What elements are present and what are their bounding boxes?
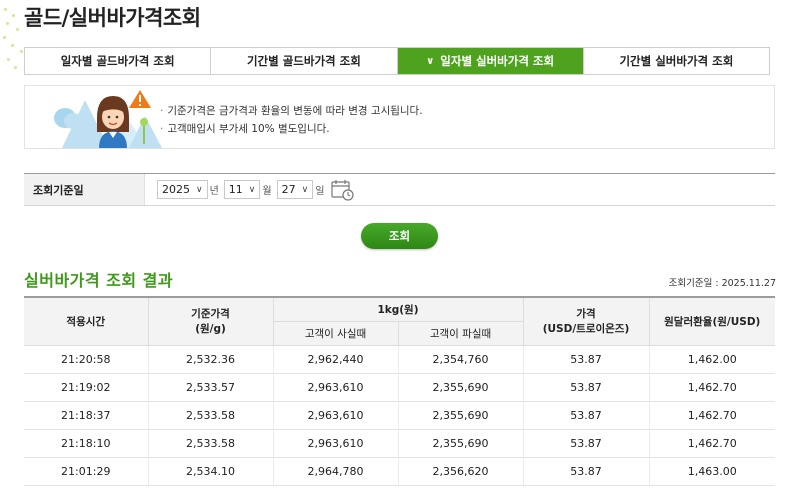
chevron-down-icon: ∨: [426, 55, 435, 67]
cell-fx: 1,462.70: [648, 429, 775, 458]
table-row: 21:20:58 2,532.36 2,962,440 2,354,760 53…: [24, 345, 775, 374]
tab-label: 일자별 실버바가격 조회: [440, 54, 555, 68]
month-select[interactable]: 11 ∨: [223, 180, 261, 199]
cell-sell: 2,355,690: [397, 429, 523, 458]
header-buy: 고객이 사실때: [273, 320, 399, 346]
search-form: 조회기준일 2025 ∨ 년 11 ∨ 월 27 ∨ 일: [24, 173, 775, 206]
chevron-down-icon: ∨: [301, 184, 309, 195]
tab-label: 기간별 실버바가격 조회: [619, 54, 734, 68]
cell-time: 21:18:37: [24, 401, 148, 430]
search-date-label: 조회기준일: [24, 174, 145, 205]
result-title: 실버바가격 조회 결과: [24, 271, 174, 290]
table-row: 21:18:37 2,533.58 2,963,610 2,355,690 53…: [24, 401, 775, 430]
year-select[interactable]: 2025 ∨: [157, 180, 208, 199]
table-row: 21:01:29 2,534.10 2,964,780 2,356,620 53…: [24, 457, 775, 486]
day-select[interactable]: 27 ∨: [276, 180, 314, 199]
cell-time: 21:01:29: [24, 457, 148, 486]
header-base-price: 기준가격 (원/g): [147, 296, 274, 346]
header-base-price-unit: (원/g): [195, 323, 226, 336]
result-date: 조회기준일 : 2025.11.27: [668, 278, 776, 289]
cell-time: 21:19:02: [24, 373, 148, 402]
notice-item: 기준가격은 금가격과 환율의 변동에 따라 변경 고시됩니다.: [160, 102, 422, 120]
tab-label: 기간별 골드바가격 조회: [246, 54, 361, 68]
table-row: 21:18:10 2,533.58 2,963,610 2,355,690 53…: [24, 429, 775, 458]
cell-buy: 2,963,610: [272, 401, 398, 430]
cell-usd: 53.87: [522, 457, 649, 486]
table-row: 21:19:02 2,533.57 2,963,610 2,355,690 53…: [24, 373, 775, 402]
month-value: 11: [228, 183, 243, 196]
cell-buy: 2,963,610: [272, 429, 398, 458]
cell-time: 21:18:10: [24, 429, 148, 458]
notice-illustration: [54, 90, 162, 148]
header-base-price-label: 기준가격: [191, 308, 230, 321]
cell-sell: 2,356,620: [397, 457, 523, 486]
header-1kg: 1kg(원): [272, 296, 524, 322]
cell-usd: 53.87: [522, 401, 649, 430]
cell-sell: 2,355,690: [397, 373, 523, 402]
cell-fx: 1,462.70: [648, 373, 775, 402]
header-usd-price-label: 가격: [576, 308, 596, 321]
notice-list: 기준가격은 금가격과 환율의 변동에 따라 변경 고시됩니다. 고객매입시 부가…: [160, 102, 423, 138]
tab-daily-silver[interactable]: ∨ 일자별 실버바가격 조회: [397, 48, 584, 74]
tab-bar: 일자별 골드바가격 조회 기간별 골드바가격 조회 ∨ 일자별 실버바가격 조회 …: [24, 47, 770, 75]
page-title: 골드/실버바가격조회: [24, 6, 201, 30]
tab-period-silver[interactable]: 기간별 실버바가격 조회: [583, 48, 769, 74]
year-unit: 년: [209, 186, 219, 197]
day-unit: 일: [315, 186, 325, 197]
header-usd-price-unit: (USD/트로이온즈): [542, 323, 630, 336]
cell-buy: 2,963,610: [272, 373, 398, 402]
cell-usd: 53.87: [522, 373, 649, 402]
chevron-down-icon: ∨: [196, 184, 203, 195]
cell-base-price: 2,533.58: [147, 429, 273, 458]
tab-period-gold[interactable]: 기간별 골드바가격 조회: [211, 48, 398, 74]
cell-time: 21:20:58: [24, 345, 148, 374]
notice-box: 기준가격은 금가격과 환율의 변동에 따라 변경 고시됩니다. 고객매입시 부가…: [24, 85, 775, 149]
day-value: 27: [281, 183, 296, 196]
cell-buy: 2,962,440: [272, 345, 398, 374]
cell-usd: 53.87: [522, 429, 649, 458]
header-fx-rate: 원달러환율(원/USD): [648, 296, 775, 346]
notice-item: 고객매입시 부가세 10% 별도입니다.: [160, 120, 423, 138]
header-time: 적용시간: [24, 296, 149, 346]
header-usd-price: 가격 (USD/트로이온즈): [522, 296, 650, 346]
cell-usd: 53.87: [522, 345, 649, 374]
date-selectors: 2025 ∨ 년 11 ∨ 월 27 ∨ 일: [145, 174, 355, 205]
cell-base-price: 2,534.10: [147, 457, 273, 486]
cell-base-price: 2,533.57: [147, 373, 273, 402]
results-table: 적용시간 기준가격 (원/g) 1kg(원) 가격 (USD/트로이온즈) 원달러환…: [24, 296, 775, 486]
chevron-down-icon: ∨: [248, 184, 256, 195]
tab-daily-gold[interactable]: 일자별 골드바가격 조회: [25, 48, 212, 74]
query-button[interactable]: 조회: [361, 223, 438, 249]
calendar-icon[interactable]: [331, 179, 355, 201]
cell-buy: 2,964,780: [272, 457, 398, 486]
tab-label: 일자별 골드바가격 조회: [60, 54, 175, 68]
cell-fx: 1,462.00: [648, 345, 775, 374]
month-unit: 월: [262, 186, 272, 197]
cell-fx: 1,463.00: [648, 457, 775, 486]
cell-fx: 1,462.70: [648, 401, 775, 430]
cell-sell: 2,354,760: [397, 345, 523, 374]
header-sell: 고객이 파실때: [397, 320, 523, 346]
cell-sell: 2,355,690: [397, 401, 523, 430]
cell-base-price: 2,532.36: [147, 345, 273, 374]
cell-base-price: 2,533.58: [147, 401, 273, 430]
year-value: 2025: [162, 183, 190, 196]
